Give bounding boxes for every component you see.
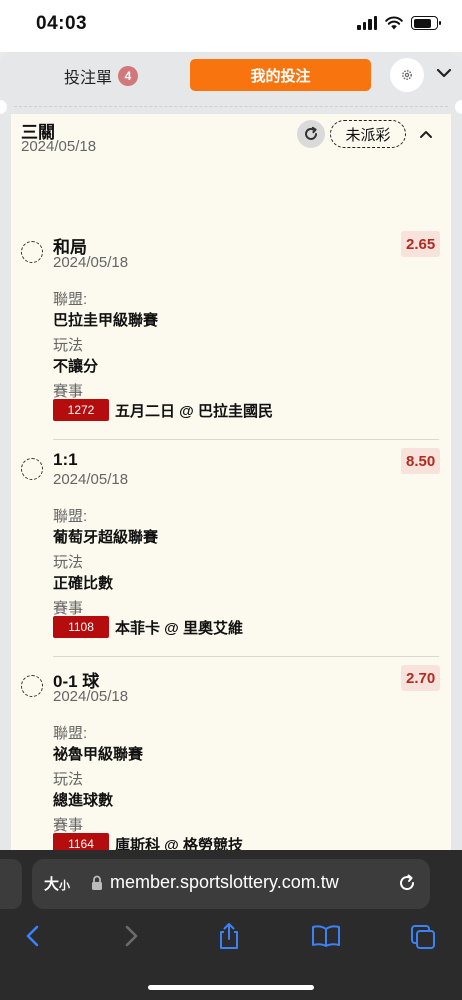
wifi-icon <box>385 16 403 30</box>
bet-tabbar: 投注單 4 我的投注 <box>0 52 462 100</box>
url-text[interactable]: member.sportslottery.com.tw <box>110 872 339 893</box>
bet-panel: 投注單 4 我的投注 三關 2024/05/18 未派彩 和局 2024/05/… <box>0 52 462 850</box>
text-size-large: 大 <box>44 876 60 893</box>
match-name: 本菲卡 @ 里奧艾維 <box>115 619 243 637</box>
bet-leg: 1:1 2024/05/18 8.50 聯盟: 葡萄牙超級聯賽 玩法 正確比數 … <box>11 447 451 657</box>
back-arrow-icon[interactable] <box>24 924 42 948</box>
status-time: 04:03 <box>36 13 88 34</box>
reload-icon[interactable] <box>396 872 418 894</box>
leg-date: 2024/05/18 <box>53 688 129 705</box>
tabs-icon[interactable] <box>410 924 436 950</box>
battery-level <box>413 18 432 28</box>
leg-status-circle <box>21 241 43 263</box>
share-icon[interactable] <box>216 922 242 950</box>
previous-tab-preview[interactable] <box>0 859 22 909</box>
leg-divider <box>53 439 439 440</box>
market-value: 不讓分 <box>53 358 99 375</box>
bet-leg: 和局 2024/05/18 2.65 聯盟: 巴拉圭甲級聯賽 玩法 不讓分 賽事… <box>11 230 451 440</box>
collapse-panel-button[interactable] <box>436 66 452 84</box>
match-label: 賽事 <box>53 817 84 834</box>
payout-status-badge: 未派彩 <box>330 120 406 148</box>
match-label: 賽事 <box>53 600 84 617</box>
status-icons <box>357 16 441 30</box>
market-value: 正確比數 <box>53 575 114 592</box>
tab-my-bets[interactable]: 我的投注 <box>190 59 371 91</box>
collapse-bet-button[interactable] <box>419 126 433 144</box>
chevron-down-icon <box>436 68 452 78</box>
status-bar: 04:03 <box>0 0 462 52</box>
market-label: 玩法 <box>53 554 84 571</box>
leg-status-circle <box>21 458 43 480</box>
league-value: 巴拉圭甲級聯賽 <box>53 312 159 329</box>
refresh-button[interactable] <box>297 120 325 148</box>
league-value: 葡萄牙超級聯賽 <box>53 529 159 546</box>
bookmarks-icon[interactable] <box>311 924 341 948</box>
parlay-bet-card: 三關 2024/05/18 未派彩 和局 2024/05/18 2.65 聯盟:… <box>11 114 451 850</box>
text-size-small: 小 <box>59 880 71 892</box>
match-row: 1164 庫斯科 @ 格勞競技 <box>53 833 243 850</box>
match-row: 1108 本菲卡 @ 里奧艾維 <box>53 616 243 638</box>
match-code-badge: 1164 <box>53 833 109 850</box>
leg-pick: 1:1 <box>53 450 78 469</box>
forward-arrow-icon[interactable] <box>122 924 140 948</box>
market-label: 玩法 <box>53 771 84 788</box>
chevron-up-icon <box>420 131 432 138</box>
battery-icon <box>411 16 441 30</box>
lock-icon <box>92 875 102 890</box>
bet-date: 2024/05/18 <box>21 138 97 155</box>
match-code-badge: 1272 <box>53 399 109 421</box>
leg-date: 2024/05/18 <box>53 471 129 488</box>
address-bar[interactable]: 大小 member.sportslottery.com.tw <box>32 859 430 909</box>
market-label: 玩法 <box>53 337 84 354</box>
league-label: 聯盟: <box>53 725 88 742</box>
cellular-signal-icon <box>357 16 377 30</box>
leg-divider <box>53 656 439 657</box>
match-row: 1272 五月二日 @ 巴拉圭國民 <box>53 399 273 421</box>
settings-button[interactable] <box>390 58 424 92</box>
home-indicator <box>148 985 314 990</box>
match-code-badge: 1108 <box>53 616 109 638</box>
league-label: 聯盟: <box>53 508 88 525</box>
refresh-icon <box>305 126 317 140</box>
ticket-perforation <box>0 100 462 114</box>
leg-odds: 2.65 <box>401 231 441 257</box>
browser-toolbar: 大小 member.sportslottery.com.tw <box>0 850 462 1000</box>
match-name: 五月二日 @ 巴拉圭國民 <box>115 402 273 420</box>
match-name: 庫斯科 @ 格勞競技 <box>115 836 243 851</box>
match-label: 賽事 <box>53 383 84 400</box>
leg-odds: 2.70 <box>401 665 441 691</box>
league-label: 聯盟: <box>53 291 88 308</box>
tab-betslip-label: 投注單 <box>64 70 113 87</box>
bet-leg: 0-1 球 2024/05/18 2.70 聯盟: 祕魯甲級聯賽 玩法 總進球數… <box>11 664 451 850</box>
leg-status-circle <box>21 675 43 697</box>
market-value: 總進球數 <box>53 792 114 809</box>
league-value: 祕魯甲級聯賽 <box>53 746 144 763</box>
tab-betslip[interactable]: 投注單 4 <box>64 64 139 88</box>
betslip-count-badge: 4 <box>118 66 139 86</box>
leg-odds: 8.50 <box>401 448 441 474</box>
leg-date: 2024/05/18 <box>53 254 129 271</box>
text-size-button[interactable]: 大小 <box>44 873 70 894</box>
gear-icon <box>402 70 412 80</box>
